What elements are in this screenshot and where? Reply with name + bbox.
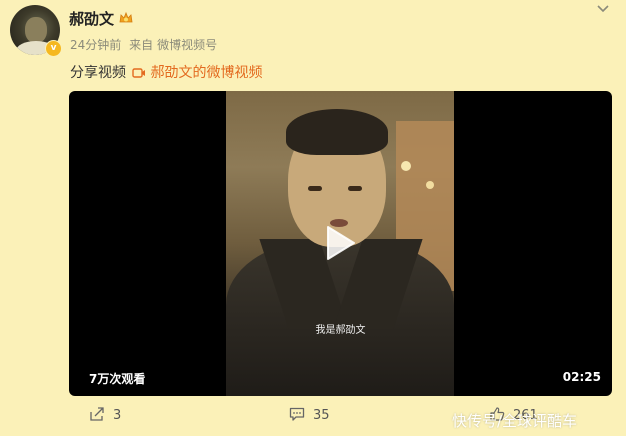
person-hair <box>286 109 388 155</box>
post-body: 分享视频 <box>70 65 126 81</box>
source-prefix: 来自 <box>129 38 154 52</box>
avatar-face <box>25 17 47 43</box>
share-button[interactable]: 3 <box>89 406 121 423</box>
post-time[interactable]: 24分钟前 <box>70 38 121 52</box>
weibo-post-card: v 郝劭文 24分钟前 来自 微博视频号 分享视频 郝劭文的微博视频 我是郝劭文… <box>0 0 626 436</box>
ceiling-light <box>401 161 411 171</box>
vip-crown-icon <box>119 11 133 23</box>
post-meta: 24分钟前 来自 微博视频号 <box>70 36 221 53</box>
chevron-down-icon[interactable] <box>596 2 610 16</box>
person-eye <box>308 186 322 191</box>
comment-count: 35 <box>313 408 330 423</box>
share-icon <box>90 407 104 421</box>
username[interactable]: 郝劭文 <box>69 8 114 29</box>
person-eye <box>348 186 362 191</box>
video-link[interactable]: 郝劭文的微博视频 <box>150 65 262 81</box>
share-count: 3 <box>113 408 122 423</box>
post-text: 分享视频 郝劭文的微博视频 <box>70 62 262 82</box>
verified-badge-icon: v <box>45 40 62 57</box>
play-icon[interactable] <box>316 221 360 265</box>
view-count: 7万次观看 <box>89 372 146 386</box>
video-player[interactable]: 我是郝劭文 7万次观看 02:25 <box>69 91 612 396</box>
video-link-icon <box>132 68 146 78</box>
video-subtitle: 我是郝劭文 <box>315 325 366 336</box>
video-duration: 02:25 <box>562 370 601 384</box>
watermark: 快传号/全球评酷车 <box>452 412 578 430</box>
post-source[interactable]: 微博视频号 <box>157 38 217 52</box>
ceiling-light <box>426 181 434 189</box>
comment-icon <box>289 407 305 421</box>
comment-button[interactable]: 35 <box>289 406 330 423</box>
